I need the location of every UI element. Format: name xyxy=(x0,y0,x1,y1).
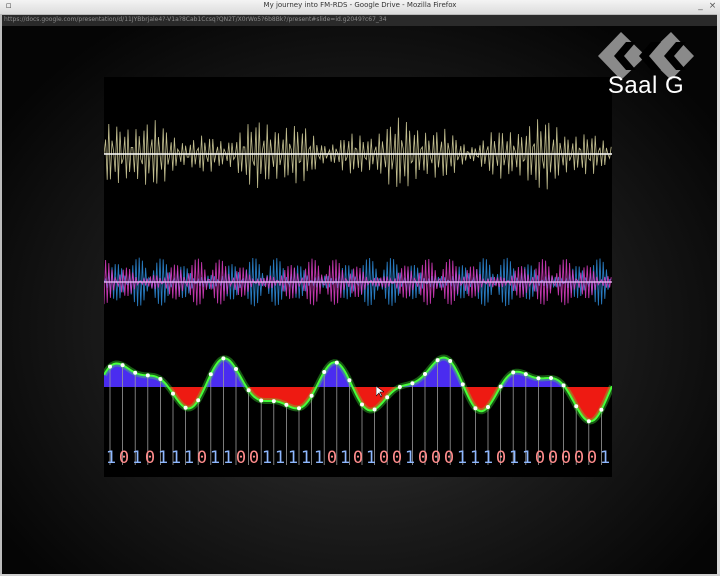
sample-point xyxy=(284,402,289,407)
sample-point xyxy=(208,372,213,377)
sample-point xyxy=(183,405,188,410)
sample-point xyxy=(423,372,427,376)
bit-label: 0 xyxy=(496,448,506,468)
sample-point xyxy=(158,377,163,381)
bit-label: 0 xyxy=(327,448,337,468)
bit-label: 0 xyxy=(249,448,259,468)
bit-label: 0 xyxy=(535,448,545,468)
bit-label: 1 xyxy=(483,448,493,468)
bit-label: 0 xyxy=(574,448,584,468)
sample-point xyxy=(347,378,352,383)
sample-point xyxy=(523,372,528,377)
bit-label: 0 xyxy=(236,448,246,468)
sample-point xyxy=(385,395,390,400)
negative-area xyxy=(104,387,612,422)
bit-label: 0 xyxy=(379,448,389,468)
bit-label: 0 xyxy=(418,448,428,468)
sample-point xyxy=(372,407,377,412)
sample-point xyxy=(133,370,138,375)
sample-point xyxy=(234,367,238,371)
window-title: My journey into FM-RDS - Google Drive - … xyxy=(263,1,457,9)
bit-label: 1 xyxy=(301,448,311,468)
bit-label: 1 xyxy=(106,448,116,468)
bit-label: 1 xyxy=(288,448,298,468)
sample-point xyxy=(486,405,490,409)
bit-label: 0 xyxy=(145,448,155,468)
bit-label: 1 xyxy=(405,448,415,468)
bit-label: 1 xyxy=(275,448,285,468)
bit-label: 1 xyxy=(171,448,181,468)
address-text[interactable]: https://docs.google.com/presentation/d/1… xyxy=(4,16,387,23)
bit-label: 1 xyxy=(314,448,324,468)
bit-label: 1 xyxy=(457,448,467,468)
sample-point xyxy=(397,385,402,389)
dual-sideband-wave xyxy=(103,257,612,307)
bit-label: 1 xyxy=(223,448,233,468)
sample-point xyxy=(145,373,150,378)
sample-point xyxy=(599,407,604,412)
sample-point xyxy=(435,358,440,363)
window-titlebar: ▫ My journey into FM-RDS - Google Drive … xyxy=(0,0,720,15)
sample-point xyxy=(271,399,276,404)
sample-point xyxy=(473,406,478,411)
slide: 101011101100111110101001000111011000001 xyxy=(101,77,615,477)
sample-point xyxy=(448,359,453,363)
bit-label: 0 xyxy=(561,448,571,468)
bit-label: 1 xyxy=(340,448,350,468)
brand-label: Saal G xyxy=(607,72,685,99)
close-icon[interactable]: × xyxy=(708,2,717,11)
sample-point xyxy=(498,384,503,389)
mouse-cursor-icon xyxy=(376,386,384,398)
bit-label: 0 xyxy=(197,448,207,468)
bit-label: 1 xyxy=(470,448,480,468)
sample-point xyxy=(511,370,516,375)
modulated-carrier-wave xyxy=(103,117,612,190)
bit-label: 0 xyxy=(587,448,597,468)
window-border-left xyxy=(0,14,2,576)
bit-label: 1 xyxy=(158,448,168,468)
bit-label: 0 xyxy=(444,448,454,468)
bit-label: 1 xyxy=(509,448,519,468)
bit-label: 0 xyxy=(353,448,363,468)
bit-label: 1 xyxy=(522,448,532,468)
sample-point xyxy=(196,398,201,403)
sample-point xyxy=(120,363,125,368)
sample-point xyxy=(297,406,301,411)
sample-point xyxy=(246,388,251,393)
sample-point xyxy=(561,383,566,388)
sample-point xyxy=(536,376,541,381)
bit-sequence: 101011101100111110101001000111011000001 xyxy=(106,448,610,468)
sample-point xyxy=(410,381,415,386)
slide-graphic: 101011101100111110101001000111011000001 xyxy=(101,117,615,468)
sample-point xyxy=(334,360,339,365)
sample-point xyxy=(322,370,327,374)
sample-point xyxy=(171,391,175,396)
bit-label: 1 xyxy=(366,448,376,468)
sample-point xyxy=(549,376,553,380)
minimize-icon[interactable]: _ xyxy=(696,2,705,11)
sample-point xyxy=(309,393,314,398)
sample-point xyxy=(108,364,112,369)
bit-label: 0 xyxy=(431,448,441,468)
bit-label: 1 xyxy=(262,448,272,468)
bit-label: 0 xyxy=(548,448,558,468)
bit-label: 0 xyxy=(119,448,129,468)
bit-label: 1 xyxy=(600,448,610,468)
address-bar[interactable]: https://docs.google.com/presentation/d/1… xyxy=(0,15,720,26)
sample-point xyxy=(574,404,579,409)
bit-label: 1 xyxy=(184,448,194,468)
bit-label: 1 xyxy=(132,448,142,468)
sample-point xyxy=(259,398,264,403)
bit-label: 1 xyxy=(210,448,220,468)
sample-point xyxy=(360,402,364,407)
sample-point xyxy=(221,356,226,361)
sample-point xyxy=(586,419,591,424)
bit-label: 0 xyxy=(392,448,402,468)
sample-point xyxy=(460,382,465,387)
